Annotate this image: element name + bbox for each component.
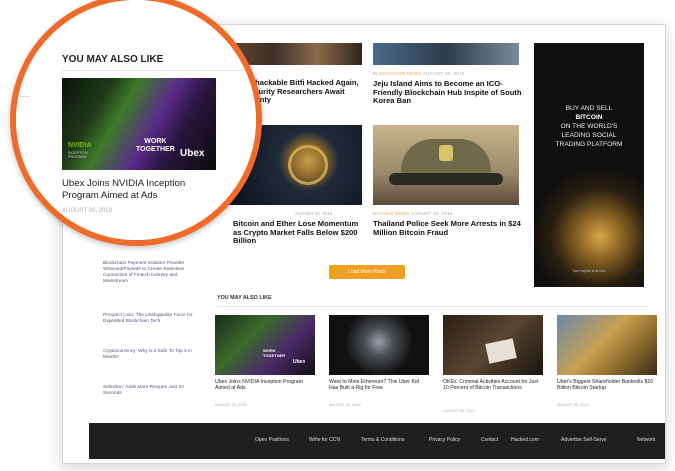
article-image-jeju[interactable] [373,43,519,65]
related-date: AUGUST 30, 2018 [329,403,361,407]
load-more-button[interactable]: Load More Posts [329,265,405,279]
article-title-police[interactable]: Thailand Police Seek More Arrests in $24… [373,219,523,237]
ad-line4: LEADING SOCIAL [561,131,617,139]
site-footer: Open Positions Write for CCN Terms & Con… [89,423,665,459]
ad-fineprint: Your capital is at risk. [572,269,606,273]
zoom-img-nvidia: NVIDIA [68,142,92,149]
ad-line3: ON THE WORLD'S [560,122,618,130]
related-title[interactable]: Ubex Joins NVIDIA Inception Program Aime… [215,379,315,391]
article-meta-police: BITCOIN NEWS AUGUST 30, 2018 [373,211,453,216]
article-date: AUGUST 30, 2018 [410,211,453,216]
article-date-btc: AUGUST 30, 2018 [295,211,333,216]
related-date: AUGUST 30, 2018 [443,409,475,413]
sidebar-item[interactable]: Prospect Coin: The Unstoppable Force for… [103,313,199,325]
sidebar-item[interactable]: Blockchain Payment Solution Provider Wir… [103,261,199,285]
zoom-image-ubex[interactable]: NVIDIA INCEPTION PROGRAM WORK TOGETHER Ub… [62,78,216,170]
related-date: AUGUST 30, 2018 [215,403,247,407]
related-title[interactable]: Want to Mine Ethereum? This Uber Kid Has… [329,379,429,391]
zoom-title[interactable]: Ubex Joins NVIDIA Inception Program Aime… [62,178,222,202]
magnifier-callout: YOU MAY ALSO LIKE NVIDIA INCEPTION PROGR… [10,0,262,246]
related-img-brand: Ubex [293,359,306,365]
related-date: AUGUST 30, 2018 [557,403,589,407]
zoom-img-nvidia-sub: INCEPTION PROGRAM [68,151,88,159]
footer-link[interactable]: Contact [481,437,498,443]
ad-line1: BUY AND SELL [565,105,613,112]
footer-link[interactable]: Network [637,437,655,443]
related-img-text: WORK TOGETHER [263,348,286,358]
footer-link[interactable]: Hacked.com [511,437,539,443]
bitcoin-ad-banner[interactable]: BUY AND SELL BITCOIN ON THE WORLD'S LEAD… [534,43,644,287]
related-image-ubex[interactable]: WORK TOGETHER Ubex [215,315,315,375]
zoom-date: AUGUST 30, 2018 [62,208,112,214]
article-meta-jeju: BLOCKCHAIN NEWS AUGUST 30, 2018 [373,71,465,76]
screenshot-stage: Unhackable Bitfi Hacked Again, Security … [0,0,675,471]
ad-line5: TRADING PLATFORM [555,140,623,148]
zoom-img-brand: Ubex [180,148,205,159]
sidebar-item[interactable]: Selection: Adds More Recipes Just 10 Sec… [103,385,199,397]
footer-link[interactable]: Write for CCN [309,437,340,443]
zoom-heading: YOU MAY ALSO LIKE [62,54,164,65]
sidebar-item[interactable]: Cryptocurrency: Why is it Safe To Top 5 … [103,349,199,361]
article-title-bitfi[interactable]: Unhackable Bitfi Hacked Again, Security … [245,78,363,105]
related-image-uber[interactable] [557,315,657,375]
related-image-okex[interactable] [443,315,543,375]
footer-link[interactable]: Terms & Conditions [361,437,404,443]
related-image-ethereum[interactable] [329,315,429,375]
divider [62,70,252,71]
divider [16,96,30,97]
related-heading: YOU MAY ALSO LIKE [217,295,272,301]
article-title-jeju[interactable]: Jeju Island Aims to Become an ICO-Friend… [373,79,523,106]
related-title[interactable]: OKEx: Criminal Activities Account for Ju… [443,379,543,391]
ad-line2: BITCOIN [575,113,603,121]
article-category: BLOCKCHAIN NEWS [373,71,422,76]
divider [217,306,649,307]
article-date: AUGUST 30, 2018 [422,71,465,76]
footer-link[interactable]: Advertise Self-Serve [561,437,607,443]
footer-link[interactable]: Open Positions [255,437,289,443]
article-category: BITCOIN NEWS [373,211,410,216]
related-title[interactable]: Uber's Biggest Shareholder Bankrolls $16… [557,379,657,391]
footer-link[interactable]: Privacy Policy [429,437,460,443]
zoom-img-text: WORK TOGETHER [136,138,175,154]
article-image-police[interactable] [373,125,519,205]
